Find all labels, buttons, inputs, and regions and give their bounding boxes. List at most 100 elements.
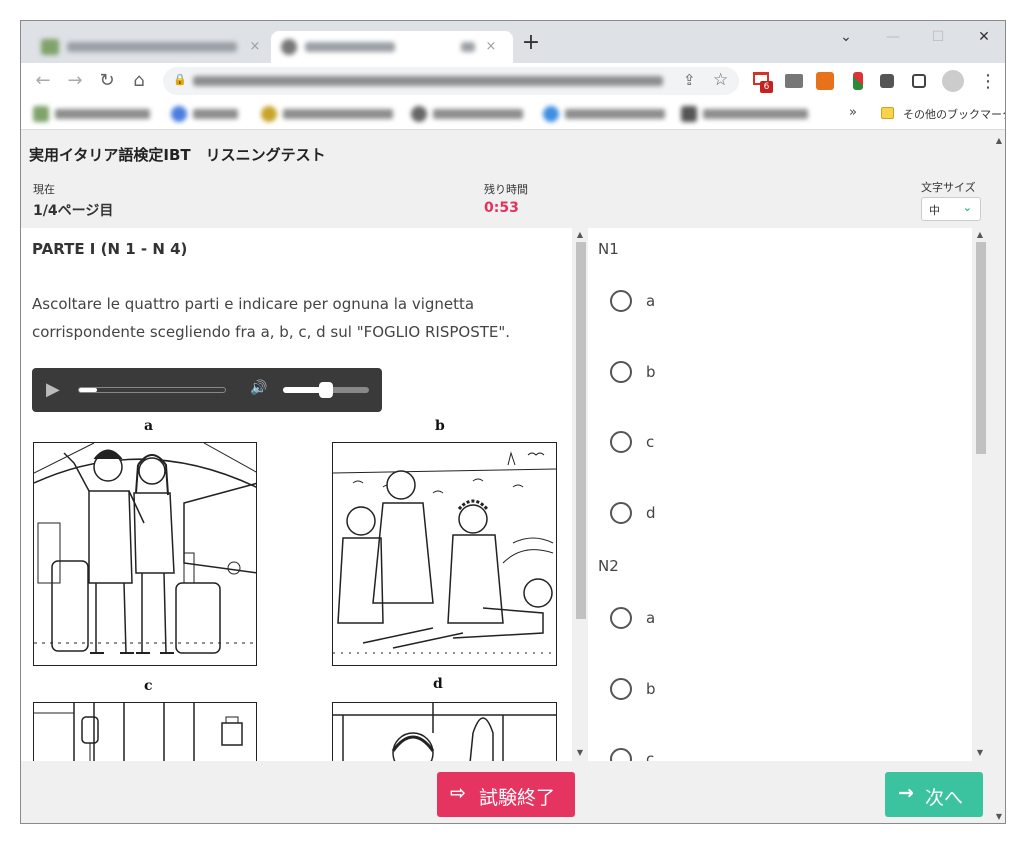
tab-strip: × × + ⌄ — ☐ ✕	[21, 21, 1005, 63]
browser-menu-icon[interactable]: ⋮	[979, 71, 997, 92]
audio-progress-fill	[79, 388, 97, 392]
maximize-icon[interactable]: ☐	[926, 27, 950, 47]
tab-favicon	[281, 39, 297, 55]
bookmark-item[interactable]	[261, 105, 401, 123]
font-size-label: 文字サイズ	[921, 181, 976, 194]
vignette-label-b: b	[435, 418, 445, 434]
tab-favicon	[41, 39, 59, 55]
next-label: 次へ	[925, 787, 964, 809]
vignette-a-drawing	[34, 443, 256, 654]
bookmark-item[interactable]	[543, 105, 673, 123]
back-icon[interactable]: ←	[33, 71, 53, 91]
scroll-up-icon[interactable]: ▲	[991, 136, 1005, 145]
next-button[interactable]: → 次へ	[885, 772, 983, 817]
end-exam-button[interactable]: ⇨ 試験終了	[437, 772, 575, 817]
section-title: PARTE I (N 1 - N 4)	[32, 240, 188, 258]
tab-title-blurred	[305, 42, 395, 52]
radio-button[interactable]	[610, 290, 632, 312]
bookmarks-bar: » その他のブックマーク	[21, 99, 1005, 130]
vignette-c-drawing	[34, 703, 243, 761]
lock-icon[interactable]: 🔒	[173, 73, 187, 86]
pen-extension-icon[interactable]	[853, 72, 863, 90]
forward-icon[interactable]: →	[65, 71, 85, 91]
vignette-b-beach	[332, 442, 557, 666]
option-label: c	[646, 433, 655, 451]
bookmark-star-icon[interactable]: ☆	[713, 70, 728, 90]
volume-icon[interactable]: 🔊	[250, 380, 267, 396]
radio-button[interactable]	[610, 431, 632, 453]
audio-progress-track[interactable]	[78, 387, 226, 393]
share-icon[interactable]: ⇪	[683, 71, 696, 89]
tab-close-icon[interactable]: ×	[247, 39, 263, 55]
end-exam-label: 試験終了	[479, 787, 556, 809]
current-page-label: 現在	[33, 183, 55, 196]
address-bar[interactable]: 🔒 ⇪ ☆	[163, 67, 739, 95]
font-size-select[interactable]: 中 ⌄	[921, 197, 981, 221]
tab-audio-icon	[461, 42, 475, 52]
option-label: a	[646, 292, 656, 310]
vignette-d-cafe	[332, 702, 557, 761]
scroll-up-icon[interactable]: ▲	[972, 230, 988, 239]
bookmark-favicon	[411, 106, 427, 122]
sign-out-icon: ⇨	[450, 782, 466, 804]
vignette-c-hospital	[33, 702, 257, 761]
radio-button[interactable]	[610, 678, 632, 700]
minimize-icon[interactable]: —	[881, 27, 905, 47]
scroll-down-icon[interactable]: ▼	[572, 748, 588, 757]
radio-button[interactable]	[610, 502, 632, 524]
tab-active[interactable]: ×	[271, 31, 513, 63]
play-icon[interactable]: ▶	[46, 379, 60, 400]
bookmark-item[interactable]	[411, 105, 531, 123]
scroll-up-icon[interactable]: ▲	[572, 230, 588, 239]
bookmarks-overflow-icon[interactable]: »	[849, 105, 857, 120]
vignette-d-drawing	[333, 703, 556, 761]
scroll-thumb[interactable]	[576, 242, 586, 619]
volume-knob[interactable]	[319, 382, 333, 398]
radio-button[interactable]	[610, 607, 632, 629]
gmail-extension-icon[interactable]: 6	[753, 72, 773, 93]
camera-extension-icon[interactable]	[785, 74, 803, 88]
option-label: c	[646, 750, 655, 761]
home-icon[interactable]: ⌂	[129, 71, 149, 91]
question-panel-scrollbar[interactable]: ▲ ▼	[572, 228, 588, 761]
close-window-icon[interactable]: ✕	[972, 27, 996, 47]
instruction-text: Ascoltare le quattro parti e indicare pe…	[32, 295, 511, 341]
answer-panel-scrollbar[interactable]: ▲ ▼	[972, 228, 988, 761]
browser-window: × × + ⌄ — ☐ ✕ ← → ↻ ⌂ 🔒 ⇪ ☆ 6 ⋮ » その他のブッ…	[20, 20, 1006, 824]
extensions-puzzle-icon[interactable]	[880, 74, 894, 88]
bookmark-label-blurred	[565, 109, 665, 119]
tab-title-blurred	[67, 42, 237, 52]
scroll-thumb[interactable]	[976, 242, 986, 454]
bookmark-item[interactable]	[33, 105, 163, 123]
scroll-down-icon[interactable]: ▼	[972, 748, 988, 757]
side-panel-icon[interactable]	[912, 74, 926, 88]
bookmark-item[interactable]	[681, 105, 821, 123]
browser-toolbar: ← → ↻ ⌂ 🔒 ⇪ ☆ 6 ⋮	[21, 63, 1005, 99]
volume-slider[interactable]	[283, 382, 369, 398]
radio-button[interactable]	[610, 361, 632, 383]
scroll-down-icon[interactable]: ▼	[991, 812, 1005, 821]
vignette-image: a b c d	[32, 414, 562, 761]
page-scrollbar[interactable]: ▲ ▼	[991, 130, 1005, 823]
question-panel: PARTE I (N 1 - N 4) Ascoltare le quattro…	[21, 228, 572, 761]
test-app: 実用イタリア語検定IBT リスニングテスト 現在 1/4ページ目 残り時間 0:…	[21, 130, 1005, 823]
option-label: d	[646, 504, 656, 522]
remaining-time-label: 残り時間	[484, 183, 528, 196]
new-tab-button[interactable]: +	[521, 32, 541, 54]
tab-inactive[interactable]: ×	[29, 31, 269, 63]
chevron-down-icon: ⌄	[962, 201, 972, 214]
bookmark-favicon	[33, 106, 49, 122]
gmail-badge: 6	[760, 81, 773, 93]
radio-button[interactable]	[610, 748, 632, 761]
other-bookmarks-folder[interactable]: その他のブックマーク	[903, 106, 1005, 122]
bookmark-label-blurred	[283, 109, 393, 119]
bookmark-item[interactable]	[171, 105, 251, 123]
profile-avatar[interactable]	[942, 70, 964, 92]
question-label-n1: N1	[598, 240, 619, 258]
tab-close-icon[interactable]: ×	[483, 39, 499, 55]
remaining-time-value: 0:53	[484, 200, 519, 216]
chart-extension-icon[interactable]	[816, 72, 834, 90]
tab-search-dropdown-icon[interactable]: ⌄	[834, 27, 858, 47]
vignette-b-drawing	[333, 451, 556, 654]
reload-icon[interactable]: ↻	[97, 71, 117, 91]
